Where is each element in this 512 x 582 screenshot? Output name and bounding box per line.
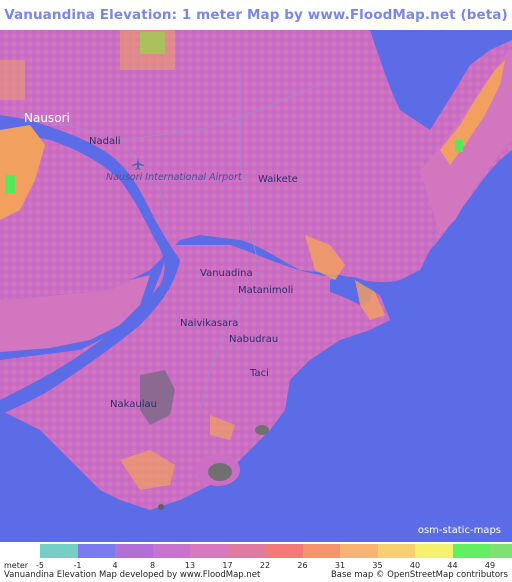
label-airport: Nausori International Airport (106, 172, 242, 183)
credit-left[interactable]: Vanuandina Elevation Map developed by ww… (4, 570, 260, 580)
label-taci: Taci (250, 368, 269, 379)
page-title: Vanuandina Elevation: 1 meter Map by www… (4, 7, 508, 23)
legend-swatch (490, 544, 512, 558)
legend-value: 26 (297, 561, 308, 570)
osm-badge[interactable]: osm-static-maps (412, 523, 506, 538)
legend-swatch (415, 544, 453, 558)
legend-value: 17 (222, 561, 233, 570)
legend-swatch (190, 544, 228, 558)
south-island-hill (208, 463, 232, 481)
label-nabudrau: Nabudrau (229, 334, 279, 345)
legend-swatch (340, 544, 378, 558)
label-nakaulau: Nakaulau (110, 399, 157, 410)
airplane-icon (132, 158, 144, 170)
legend-value: 8 (149, 561, 156, 570)
peak-patch-nw (5, 175, 15, 193)
label-nadali: Nadali (89, 136, 121, 147)
legend-swatch (302, 544, 340, 558)
legend-value: 22 (259, 561, 271, 570)
peak-patch-ne (455, 140, 463, 152)
legend-swatch (40, 544, 78, 558)
legend-value: 44 (447, 561, 458, 570)
airport-label-text: Nausori International Airport (106, 172, 242, 183)
legend-swatch (152, 544, 190, 558)
label-matanimoli: Matanimoli (238, 285, 294, 296)
legend-value: 31 (334, 561, 346, 570)
small-islet (255, 425, 269, 435)
legend-swatch (227, 544, 265, 558)
tiny-islet (158, 504, 164, 510)
credit-right[interactable]: Base map © OpenStreetMap contributors (331, 570, 508, 580)
legend-value: 4 (112, 561, 118, 570)
elevation-map[interactable]: Nausori Nadali Nausori International Air… (0, 30, 512, 542)
highland-west-edge (0, 60, 25, 100)
legend-value: 40 (409, 561, 421, 570)
highland-north (120, 30, 175, 70)
legend-unit: meter (4, 561, 29, 570)
label-nausori: Nausori (24, 111, 70, 125)
legend-swatch (77, 544, 115, 558)
title-bar: Vanuandina Elevation: 1 meter Map by www… (0, 0, 512, 30)
legend-value: 13 (184, 561, 196, 570)
elevation-legend: -5 -1 4 8 13 17 22 26 31 35 40 44 49 meter Vanuandin… (0, 542, 512, 582)
label-vanuadina: Vanuadina (200, 268, 253, 279)
legend-value: 49 (484, 561, 496, 570)
label-waikete: Waikete (258, 174, 298, 185)
legend-value: -5 (36, 561, 44, 570)
legend-swatch (115, 544, 153, 558)
legend-value: -1 (73, 561, 82, 570)
label-naivikasara: Naivikasara (180, 318, 239, 329)
legend-swatch (377, 544, 415, 558)
legend-value: 35 (372, 561, 383, 570)
legend-swatch (265, 544, 303, 558)
legend-swatch (452, 544, 490, 558)
